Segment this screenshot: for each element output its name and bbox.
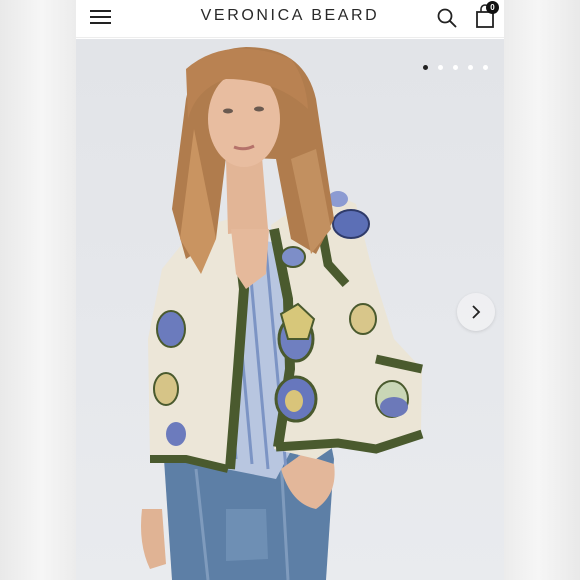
carousel-pagination: [423, 65, 488, 70]
product-image-gallery[interactable]: [76, 39, 504, 580]
carousel-dot-3[interactable]: [453, 65, 458, 70]
carousel-dot-4[interactable]: [468, 65, 473, 70]
mobile-page: VERONICA BEARD 0: [76, 0, 504, 580]
search-icon: [437, 8, 457, 28]
site-header: VERONICA BEARD 0: [76, 0, 504, 38]
search-button[interactable]: [436, 7, 458, 29]
product-photo: [141, 47, 424, 580]
next-image-button[interactable]: [457, 293, 495, 331]
carousel-dot-2[interactable]: [438, 65, 443, 70]
carousel-dot-5[interactable]: [483, 65, 488, 70]
carousel-dot-1[interactable]: [423, 65, 428, 70]
cart-count-badge: 0: [486, 1, 499, 14]
right-background-margin: [504, 0, 580, 580]
left-background-margin: [0, 0, 76, 580]
chevron-right-icon: [472, 305, 481, 319]
